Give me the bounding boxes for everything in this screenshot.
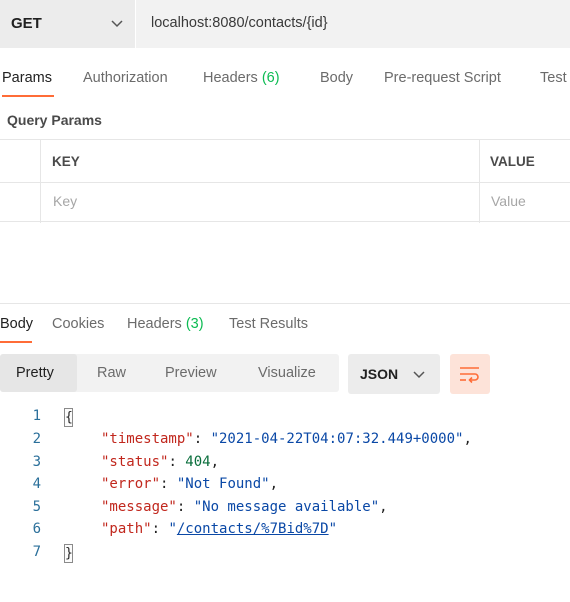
method-select[interactable]: GET	[0, 0, 136, 48]
wrap-lines-icon	[460, 367, 479, 384]
tab-tests[interactable]: Test	[540, 70, 567, 86]
line-number: 7	[32, 544, 41, 560]
json-colon: :	[176, 499, 194, 515]
open-brace: {	[64, 408, 73, 427]
url-input[interactable]: localhost:8080/contacts/{id}	[151, 15, 328, 31]
line-number: 6	[32, 521, 41, 537]
code-line: 5 "message": "No message available",	[0, 499, 570, 521]
view-preview-button[interactable]: Preview	[143, 354, 235, 392]
line-number: 3	[32, 454, 41, 470]
json-quote: "	[328, 521, 338, 537]
response-tab-body[interactable]: Body	[0, 316, 33, 332]
request-tabs: Params Authorization Headers (6) Body Pr…	[0, 48, 570, 100]
code-line: 6 "path": "/contacts/%7Bid%7D"	[0, 521, 570, 543]
active-response-tab-indicator	[0, 341, 32, 343]
json-comma: ,	[269, 476, 279, 492]
json-key: "status"	[101, 454, 169, 470]
tab-pre-request-script[interactable]: Pre-request Script	[384, 70, 501, 86]
json-colon: :	[160, 476, 177, 492]
query-params-table: KEY VALUE Key Value	[0, 139, 570, 223]
close-brace: }	[64, 544, 73, 563]
code-line: 1 {	[0, 408, 570, 430]
response-tab-cookies[interactable]: Cookies	[52, 316, 104, 332]
json-colon: :	[151, 521, 169, 537]
request-response-divider[interactable]	[0, 303, 570, 304]
json-string: "No message available"	[193, 499, 380, 515]
json-string: "2021-04-22T04:07:32.449+0000"	[210, 431, 464, 447]
json-number: 404	[185, 454, 211, 470]
view-mode-group: Pretty Raw Preview Visualize	[0, 354, 339, 392]
json-comma: ,	[463, 431, 472, 447]
chevron-down-icon	[111, 20, 123, 28]
tab-authorization[interactable]: Authorization	[83, 70, 168, 86]
response-tab-headers[interactable]: Headers (3)	[127, 316, 204, 332]
json-colon: :	[168, 454, 186, 470]
key-input[interactable]: Key	[53, 193, 77, 209]
line-number: 4	[32, 476, 41, 492]
wrap-lines-button[interactable]	[450, 354, 490, 394]
table-row-divider	[0, 182, 570, 183]
json-key: "path"	[101, 521, 152, 537]
line-number: 2	[32, 431, 41, 447]
value-input[interactable]: Value	[491, 193, 526, 209]
view-raw-button[interactable]: Raw	[77, 354, 143, 392]
response-tab-headers-label: Headers	[127, 316, 182, 332]
code-line: 3 "status": 404,	[0, 454, 570, 476]
json-key: "error"	[101, 476, 161, 492]
json-quote: "	[168, 521, 177, 537]
format-select[interactable]: JSON	[348, 354, 440, 394]
view-pretty-button[interactable]: Pretty	[0, 354, 77, 392]
request-url-bar: GET localhost:8080/contacts/{id}	[0, 0, 570, 48]
tab-headers-label: Headers	[203, 70, 258, 86]
method-label: GET	[11, 15, 42, 32]
view-visualize-button[interactable]: Visualize	[235, 354, 339, 392]
line-number: 5	[32, 499, 41, 515]
value-column-header: VALUE	[490, 154, 535, 169]
json-comma: ,	[379, 499, 388, 515]
code-line: 7 }	[0, 544, 570, 566]
code-line: 2 "timestamp": "2021-04-22T04:07:32.449+…	[0, 431, 570, 453]
response-tab-test-results[interactable]: Test Results	[229, 316, 308, 332]
tab-headers-count: (6)	[261, 70, 280, 86]
json-string: "Not Found"	[176, 476, 270, 492]
tab-params[interactable]: Params	[2, 70, 52, 86]
query-params-title: Query Params	[7, 112, 102, 128]
code-line: 4 "error": "Not Found",	[0, 476, 570, 498]
active-tab-indicator	[2, 95, 54, 97]
tab-body[interactable]: Body	[320, 70, 353, 86]
response-tab-headers-count: (3)	[185, 316, 204, 332]
chevron-down-icon	[413, 371, 425, 379]
tab-headers[interactable]: Headers (6)	[203, 70, 280, 86]
json-colon: :	[193, 431, 211, 447]
line-number: 1	[32, 408, 41, 424]
json-key: "message"	[101, 499, 177, 515]
format-label: JSON	[360, 366, 399, 382]
key-column-header: KEY	[52, 154, 80, 169]
json-link[interactable]: /contacts/%7Bid%7D	[177, 521, 329, 537]
json-key: "timestamp"	[101, 431, 194, 447]
json-comma: ,	[210, 454, 220, 470]
